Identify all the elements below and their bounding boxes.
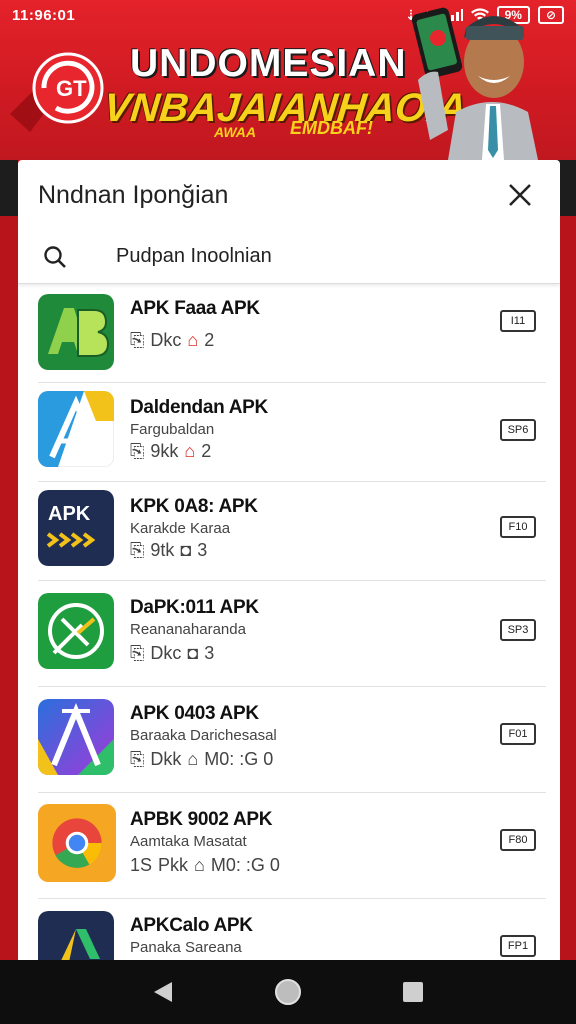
app-picker-sheet: Nndnan Iponğian Pudpan Inoolnian APK Faa… — [18, 160, 560, 960]
sheet-title: Nndnan Iponğian — [38, 180, 229, 209]
navigation-bar — [0, 960, 576, 1024]
svg-text:APK: APK — [48, 503, 91, 525]
banner-tagline-left: AWAA — [214, 124, 256, 140]
app-size: Dkc — [150, 330, 182, 350]
sheet-header: Nndnan Iponğian — [18, 160, 560, 230]
app-count: 2 — [201, 441, 212, 461]
background-right-strip — [558, 160, 576, 216]
app-title: APK 0403 APK — [130, 703, 259, 724]
download-badge[interactable]: I11 — [500, 310, 536, 332]
check-app-icon — [38, 593, 114, 669]
app-size: Pkk — [158, 855, 189, 875]
list-item[interactable]: APK KPK 0A8: APK Karakde Karaa ⎘ 9tk ◘ 3… — [38, 482, 546, 581]
app-size: Dkc — [150, 643, 182, 663]
status-time: 11:96:01 — [12, 6, 76, 24]
app-subtitle: Karakde Karaa — [130, 520, 231, 537]
search-bar[interactable]: Pudpan Inoolnian — [18, 230, 560, 284]
gift-icon: ⌂ — [184, 441, 196, 461]
app-count: 3 — [204, 643, 215, 663]
recents-button[interactable] — [393, 972, 433, 1012]
ab-app-icon — [38, 294, 114, 370]
logo-text: GT — [56, 76, 87, 101]
app-subtitle: Reananaharanda — [130, 621, 246, 638]
app-subtitle: Panaka Sareana — [130, 939, 242, 956]
app-count: 2 — [204, 330, 215, 350]
download-badge[interactable]: F10 — [500, 516, 536, 538]
camera-icon: ◘ — [187, 643, 199, 663]
app-title: Daldendan APK — [130, 397, 268, 418]
app-size: 9tk — [150, 540, 175, 560]
file-icon: ⎘ — [130, 749, 145, 769]
background-right-edge — [558, 160, 576, 960]
banner-title: UNDOMESIAN — [130, 42, 407, 85]
app-meta: ⎘ Dkc ◘ 3 — [130, 643, 214, 664]
download-badge[interactable]: FP1 — [500, 935, 536, 957]
home-icon: ⌂ — [187, 749, 199, 769]
close-icon — [509, 184, 531, 206]
list-item[interactable]: DaPK:011 APK Reananaharanda ⎘ Dkc ◘ 3 SP… — [38, 581, 546, 687]
app-meta: ⎘ Dkk ⌂ M0: :G 0 — [130, 749, 273, 770]
app-list: APK Faaa APK ⎘ Dkc ⌂ 2 I11 Daldendan APK… — [18, 286, 560, 960]
search-icon — [44, 245, 66, 268]
download-badge[interactable]: F01 — [500, 723, 536, 745]
app-count: 3 — [197, 540, 208, 560]
drive-app-icon — [38, 911, 114, 960]
file-icon: ⎘ — [130, 643, 145, 663]
list-item[interactable]: APKCalo APK Panaka Sareana FP1 — [38, 899, 546, 960]
list-item[interactable]: Daldendan APK Fargubaldan ⎘ 9kk ⌂ 2 SP6 — [38, 383, 546, 482]
home-icon: ⌂ — [194, 855, 205, 875]
app-subtitle: Fargubaldan — [130, 421, 215, 438]
app-count: M0: :G 0 — [210, 855, 280, 875]
back-button[interactable] — [143, 972, 183, 1012]
app-meta: ⎘ 9kk ⌂ 2 — [130, 441, 211, 462]
promo-person-image — [411, 7, 538, 160]
camera-icon: ◘ — [180, 540, 192, 560]
back-icon — [153, 982, 172, 1002]
download-badge[interactable]: SP6 — [500, 419, 536, 441]
list-item[interactable]: APK Faaa APK ⎘ Dkc ⌂ 2 I11 — [38, 286, 546, 383]
app-count: M0: :G 0 — [204, 749, 274, 769]
file-icon: ⎘ — [130, 330, 145, 350]
app-meta: ⎘ Dkc ⌂ 2 — [130, 330, 214, 351]
app-size: Dkk — [150, 749, 182, 769]
app-title: KPK 0A8: APK — [130, 496, 258, 517]
chrome-app-icon — [38, 804, 116, 882]
app-meta: ⎘ 9tk ◘ 3 — [130, 540, 207, 561]
download-badge[interactable]: F80 — [500, 829, 536, 851]
home-circle-icon — [274, 979, 301, 1005]
app-title: DaPK:011 APK — [130, 597, 259, 618]
app-title: APKCalo APK — [130, 915, 253, 936]
recents-icon — [403, 982, 424, 1002]
banner-tagline-right: EMDBAF! — [290, 118, 373, 138]
background-left-strip — [0, 160, 18, 216]
app-title: APK Faaa APK — [130, 298, 260, 319]
a-purple-app-icon — [38, 699, 114, 775]
app-size-prefix: 1S — [130, 855, 153, 875]
download-badge[interactable]: SP3 — [500, 619, 536, 641]
app-subtitle: Aamtaka Masatat — [130, 833, 247, 850]
app-title: APBK 9002 APK — [130, 809, 273, 830]
list-item[interactable]: APK 0403 APK Baraaka Darichesasal ⎘ Dkk … — [38, 687, 546, 793]
list-item[interactable]: APBK 9002 APK Aamtaka Masatat 1S Pkk ⌂ M… — [38, 793, 546, 899]
search-input[interactable]: Pudpan Inoolnian — [116, 245, 272, 268]
gift-icon: ⌂ — [187, 330, 199, 350]
app-size: 9kk — [150, 441, 179, 461]
promo-banner[interactable]: 11:96:01 ⇣ ✕ 9% ⊘ GT UNDOMESIAN VNBAJAIA… — [0, 0, 576, 160]
close-button[interactable] — [500, 175, 540, 215]
app-meta: 1S Pkk ⌂ M0: :G 0 — [130, 855, 280, 876]
a-app-icon — [38, 391, 114, 467]
apk-app-icon: APK — [38, 490, 114, 566]
file-icon: ⎘ — [130, 540, 145, 560]
app-subtitle: Baraaka Darichesasal — [130, 727, 277, 744]
background-left-edge — [0, 160, 18, 960]
home-button[interactable] — [268, 972, 308, 1012]
file-icon: ⎘ — [130, 441, 145, 461]
